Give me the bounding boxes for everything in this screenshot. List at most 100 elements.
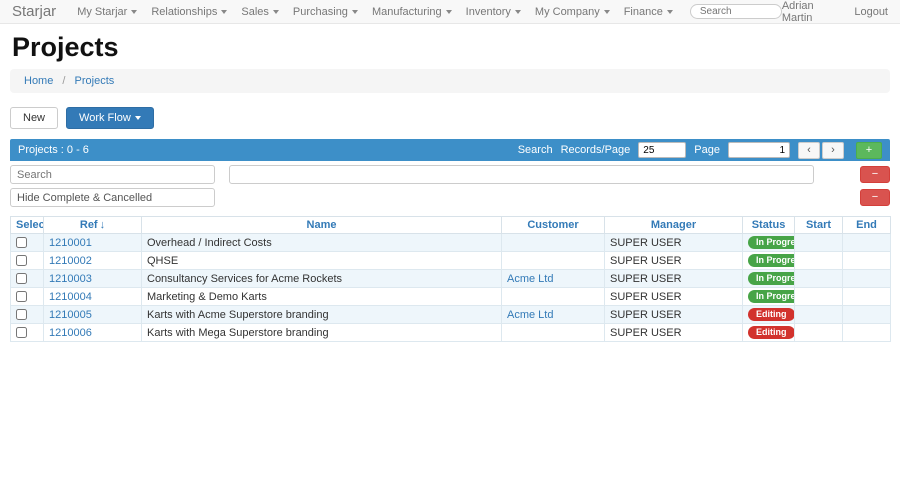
nav-item-sales[interactable]: Sales: [241, 6, 279, 18]
chevron-down-icon: [131, 9, 138, 14]
breadcrumb-home-link[interactable]: Home: [24, 75, 53, 87]
table-body: 1210001 Overhead / Indirect Costs SUPER US…: [10, 233, 891, 342]
project-ref-link[interactable]: 1210005: [49, 309, 92, 321]
column-header-start[interactable]: Start: [794, 216, 843, 234]
projects-table: SelectRef↓NameCustomerManagerStatusStart…: [10, 216, 891, 342]
nav-item-my-company[interactable]: My Company: [535, 6, 610, 18]
column-header-name[interactable]: Name: [141, 216, 502, 234]
column-header-status[interactable]: Status: [742, 216, 795, 234]
column-header-customer[interactable]: Customer: [501, 216, 605, 234]
end-date-cell: [842, 323, 891, 342]
table-header-row: SelectRef↓NameCustomerManagerStatusStart…: [10, 216, 891, 234]
records-per-page-label: Records/Page: [560, 144, 631, 156]
start-date-cell: [794, 287, 843, 306]
start-date-cell: [794, 305, 843, 324]
remove-status-filter-button[interactable]: −: [860, 189, 890, 206]
brand-logo[interactable]: Starjar: [12, 3, 56, 20]
chevron-down-icon: [221, 9, 228, 14]
chevron-down-icon: [445, 9, 452, 14]
project-ref-link[interactable]: 1210002: [49, 255, 92, 267]
customer-link[interactable]: Acme Ltd: [507, 273, 553, 285]
prev-page-button[interactable]: ‹: [798, 141, 820, 159]
workflow-dropdown-button[interactable]: Work Flow: [66, 107, 154, 129]
customer-cell: [501, 287, 605, 306]
breadcrumb-current-link[interactable]: Projects: [75, 75, 115, 87]
project-manager: SUPER USER: [604, 269, 743, 288]
row-select-checkbox[interactable]: [16, 309, 27, 321]
project-name: Marketing & Demo Karts: [141, 287, 502, 306]
page-label: Page: [694, 144, 720, 156]
chevron-down-icon: [514, 9, 521, 14]
row-select-checkbox[interactable]: [16, 237, 27, 249]
next-page-button[interactable]: ›: [822, 141, 844, 159]
sort-desc-icon: ↓: [99, 219, 106, 231]
filter-row-search: −: [10, 165, 890, 184]
table-row: 1210002 QHSE SUPER USER In Progress: [10, 251, 891, 270]
remove-filter-button[interactable]: −: [860, 166, 890, 183]
filter-row-status: −: [10, 188, 890, 207]
row-select-checkbox[interactable]: [16, 273, 27, 285]
table-row: 1210006 Karts with Mega Superstore brandi…: [10, 323, 891, 342]
project-manager: SUPER USER: [604, 323, 743, 342]
status-filter-select[interactable]: [10, 188, 215, 207]
project-ref-link[interactable]: 1210001: [49, 237, 92, 249]
nav-item-purchasing[interactable]: Purchasing: [293, 6, 358, 18]
column-header-manager[interactable]: Manager: [604, 216, 743, 234]
start-date-cell: [794, 251, 843, 270]
project-name: Karts with Acme Superstore branding: [141, 305, 502, 324]
nav-item-relationships[interactable]: Relationships: [151, 6, 228, 18]
start-date-cell: [794, 233, 843, 252]
project-manager: SUPER USER: [604, 233, 743, 252]
project-name: QHSE: [141, 251, 502, 270]
project-manager: SUPER USER: [604, 251, 743, 270]
nav-items: My Starjar Relationships Sales Purchasing Ma…: [70, 6, 680, 18]
chevron-down-icon: [134, 116, 141, 121]
actions-toolbar: New Work Flow: [10, 107, 890, 129]
project-ref-link[interactable]: 1210006: [49, 327, 92, 339]
nav-item-inventory[interactable]: Inventory: [466, 6, 521, 18]
end-date-cell: [842, 305, 891, 324]
status-badge: Editing: [748, 326, 794, 339]
project-ref-link[interactable]: 1210003: [49, 273, 92, 285]
status-badge: In Progress: [748, 290, 794, 303]
table-row: 1210004 Marketing & Demo Karts SUPER USER I…: [10, 287, 891, 306]
nav-item-manufacturing[interactable]: Manufacturing: [372, 6, 452, 18]
customer-link[interactable]: Acme Ltd: [507, 309, 553, 321]
row-select-checkbox[interactable]: [16, 327, 27, 339]
navbar-search-input[interactable]: [689, 4, 782, 19]
page-title: Projects: [12, 32, 119, 62]
navbar-right: Adrian Martin Logout: [782, 0, 888, 24]
project-ref-link[interactable]: 1210004: [49, 291, 92, 303]
end-date-cell: [842, 269, 891, 288]
panel-search-button[interactable]: Search: [518, 144, 553, 156]
nav-item-finance[interactable]: Finance: [624, 6, 673, 18]
nav-search: [689, 4, 782, 19]
user-menu[interactable]: Adrian Martin: [782, 0, 833, 24]
column-header-select[interactable]: Select: [10, 216, 44, 234]
chevron-down-icon: [272, 9, 279, 14]
panel-title: Projects : 0 - 6: [18, 144, 89, 156]
panel-controls: Search Records/Page Page ‹ › +: [518, 141, 882, 159]
customer-cell: [501, 251, 605, 270]
page-number-input[interactable]: [728, 142, 790, 158]
project-manager: SUPER USER: [604, 287, 743, 306]
end-date-cell: [842, 287, 891, 306]
row-select-checkbox[interactable]: [16, 291, 27, 303]
filter-search-input[interactable]: [10, 165, 215, 184]
nav-item-my-starjar[interactable]: My Starjar: [77, 6, 138, 18]
filter-value-input[interactable]: [229, 165, 814, 184]
project-manager: SUPER USER: [604, 305, 743, 324]
add-button[interactable]: +: [856, 141, 882, 159]
table-row: 1210003 Consultancy Services for Acme Roc…: [10, 269, 891, 288]
status-badge: Editing: [748, 308, 794, 321]
chevron-down-icon: [603, 9, 610, 14]
logout-link[interactable]: Logout: [854, 6, 888, 18]
top-navbar: Starjar My Starjar Relationships Sales Purc…: [0, 0, 900, 24]
panel-header: Projects : 0 - 6 Search Records/Page Pag…: [10, 139, 890, 161]
records-per-page-input[interactable]: [638, 142, 687, 158]
row-select-checkbox[interactable]: [16, 255, 27, 267]
pagination-buttons: ‹ ›: [798, 141, 844, 159]
new-button[interactable]: New: [10, 107, 59, 129]
column-header-ref[interactable]: Ref ↓: [43, 216, 142, 234]
column-header-end[interactable]: End: [842, 216, 891, 234]
